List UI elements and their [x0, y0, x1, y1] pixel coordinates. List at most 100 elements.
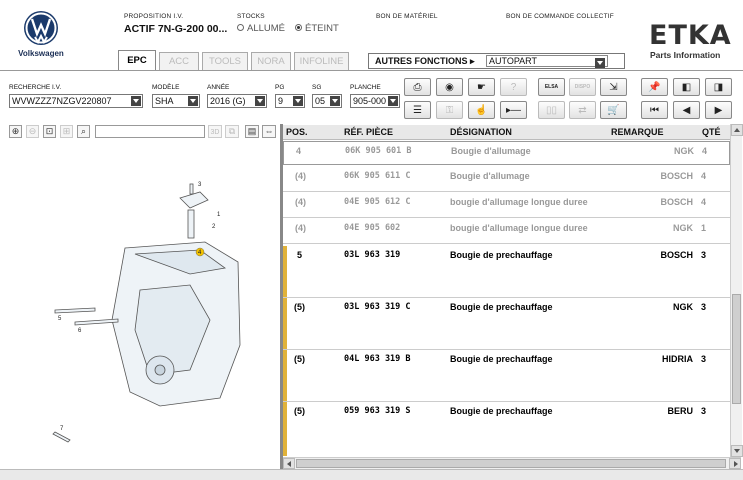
- scroll-up-icon[interactable]: [731, 124, 743, 136]
- row-highlight-bar: [283, 246, 287, 297]
- table-row[interactable]: (5) 04L 963 319 B Bougie de prechauffage…: [283, 350, 730, 402]
- view-3d-button[interactable]: 3D: [208, 125, 222, 138]
- cart-icon: 🛒: [607, 104, 620, 116]
- table-row[interactable]: 4 06K 905 601 B Bougie d'allumage NGK 4: [283, 141, 730, 165]
- col-pos: POS.: [286, 127, 308, 137]
- hand-cursor-button[interactable]: ☝: [468, 101, 495, 119]
- glow-plug-shape: [54, 307, 96, 314]
- vin-select[interactable]: WVWZZZ7NZGV220807: [9, 94, 143, 108]
- chevron-down-icon: [188, 96, 198, 106]
- etka-logo: ETKA: [649, 20, 732, 51]
- tab-acc[interactable]: ACC: [159, 52, 199, 70]
- dispo-button[interactable]: DISPO: [569, 78, 596, 96]
- parts-info-button[interactable]: ◉: [436, 78, 463, 96]
- previous-button[interactable]: ◀: [673, 101, 700, 119]
- printer-icon: ⎙: [413, 81, 422, 93]
- coil-shape: [179, 191, 209, 209]
- callout-label: 1: [217, 212, 221, 218]
- exploded-diagram[interactable]: 3 1 2 4 5 6 7: [40, 170, 270, 460]
- pg-select[interactable]: 9: [275, 94, 305, 108]
- zoom-out-icon: ⊖: [28, 126, 37, 136]
- table-vertical-scrollbar[interactable]: [730, 124, 743, 457]
- radio-selected-icon: [295, 24, 303, 31]
- callout-label: 7: [60, 426, 64, 432]
- bon-commande-link[interactable]: BON DE COMMANDE COLLECTIF: [506, 13, 614, 20]
- next-button[interactable]: ▶: [705, 101, 732, 119]
- split-view-button[interactable]: ▤: [245, 125, 259, 138]
- first-button[interactable]: ⏮: [641, 101, 668, 119]
- layers-button[interactable]: ⧉: [225, 125, 239, 138]
- cart-button[interactable]: 🛒: [600, 101, 627, 119]
- etka-subtitle: Parts Information: [650, 50, 721, 60]
- zoom-area-icon: ⊞: [62, 126, 71, 136]
- pin-button[interactable]: 📌: [641, 78, 668, 96]
- zoom-in-icon: ⊕: [11, 126, 20, 136]
- callout-label: 3: [198, 182, 202, 188]
- volkswagen-logo-icon: [24, 11, 58, 45]
- table-row[interactable]: (4) 06K 905 611 C Bougie d'allumage BOSC…: [283, 166, 730, 192]
- export-button[interactable]: ⇲: [600, 78, 627, 96]
- stocks-off-radio[interactable]: ÉTEINT: [295, 23, 339, 34]
- chevron-down-icon: [330, 96, 340, 106]
- etka-window: Volkswagen PROPOSITION I.V. ACTIF 7N-G-2…: [0, 0, 743, 480]
- table-row[interactable]: (4) 04E 905 602 bougie d'allumage longue…: [283, 218, 730, 244]
- zoom-fit-button[interactable]: ⊡: [43, 125, 56, 138]
- scroll-left-icon[interactable]: [283, 458, 295, 469]
- table-row[interactable]: (5) 03L 963 319 C Bougie de prechauffage…: [283, 298, 730, 350]
- stocks-on-radio[interactable]: ALLUMÉ: [237, 23, 285, 34]
- elsa-icon: ELSA: [544, 84, 559, 90]
- list-view-button[interactable]: ☰: [404, 101, 431, 119]
- stocks-radio-group: ALLUMÉ ÉTEINT: [237, 23, 339, 34]
- bon-materiel-link[interactable]: BON DE MATÉRIEL: [376, 13, 438, 20]
- tab-tools[interactable]: TOOLS: [202, 52, 248, 70]
- autres-fonctions-label: AUTRES FONCTIONS ▸: [375, 56, 475, 66]
- glow-plug-shape: [52, 431, 71, 443]
- diagram-search-input[interactable]: [95, 125, 205, 138]
- annee-select[interactable]: 2016 (G): [207, 94, 267, 108]
- scroll-right-icon[interactable]: [729, 458, 741, 469]
- question-icon: ?: [510, 81, 517, 93]
- zoom-in-button[interactable]: ⊕: [9, 125, 22, 138]
- compare-button[interactable]: ▯▯: [538, 101, 565, 119]
- nav-direct-button[interactable]: ☛: [468, 78, 495, 96]
- planche-select[interactable]: 905-000: [350, 94, 400, 108]
- stocks-label: STOCKS: [237, 13, 265, 20]
- scroll-thumb[interactable]: [732, 294, 741, 404]
- bolt-shape: [189, 183, 194, 195]
- modele-label: MODÈLE: [152, 84, 180, 91]
- table-horizontal-scrollbar[interactable]: [283, 457, 741, 469]
- tab-infoline[interactable]: INFOLINE: [294, 52, 349, 70]
- play-next-icon: ▶: [714, 104, 723, 116]
- tab-epc[interactable]: EPC: [118, 50, 156, 70]
- modele-select[interactable]: SHA: [152, 94, 200, 108]
- elsa-button[interactable]: ELSA: [538, 78, 565, 96]
- transfer-icon: ⇄: [578, 104, 587, 116]
- row-highlight-bar: [283, 350, 287, 401]
- jump-button[interactable]: ▸—: [500, 101, 527, 119]
- question-button[interactable]: ?: [500, 78, 527, 96]
- zoom-out-button[interactable]: ⊖: [26, 125, 39, 138]
- scroll-down-icon[interactable]: [731, 445, 743, 457]
- chevron-down-icon: [388, 96, 398, 106]
- table-row[interactable]: (5) 059 963 319 S Bougie de prechauffage…: [283, 402, 730, 456]
- 3d-icon: 3D: [210, 129, 220, 136]
- autres-fonctions-select[interactable]: AUTOPART: [486, 55, 608, 68]
- print-button[interactable]: ⎙: [404, 78, 431, 96]
- pin-icon: 📌: [648, 81, 661, 93]
- resize-panel-button[interactable]: ⇔: [262, 125, 276, 138]
- key-button[interactable]: ⚿: [436, 101, 463, 119]
- scroll-thumb[interactable]: [296, 459, 726, 468]
- zoom-area-button[interactable]: ⊞: [60, 125, 73, 138]
- search-button[interactable]: ⌕: [77, 125, 90, 138]
- status-bar: [0, 469, 743, 480]
- pulley-hub-shape: [154, 364, 166, 376]
- page-back-button[interactable]: ◧: [673, 78, 700, 96]
- glow-plug-shape: [74, 318, 119, 326]
- transfer-button[interactable]: ⇄: [569, 101, 596, 119]
- page-forward-button[interactable]: ◨: [705, 78, 732, 96]
- table-row[interactable]: (4) 04E 905 612 C bougie d'allumage long…: [283, 192, 730, 218]
- sg-select[interactable]: 05: [312, 94, 342, 108]
- tab-nora[interactable]: NORA: [251, 52, 291, 70]
- table-row[interactable]: 5 03L 963 319 Bougie de prechauffage BOS…: [283, 246, 730, 298]
- proposition-value: ACTIF 7N-G-200 00...: [124, 23, 228, 35]
